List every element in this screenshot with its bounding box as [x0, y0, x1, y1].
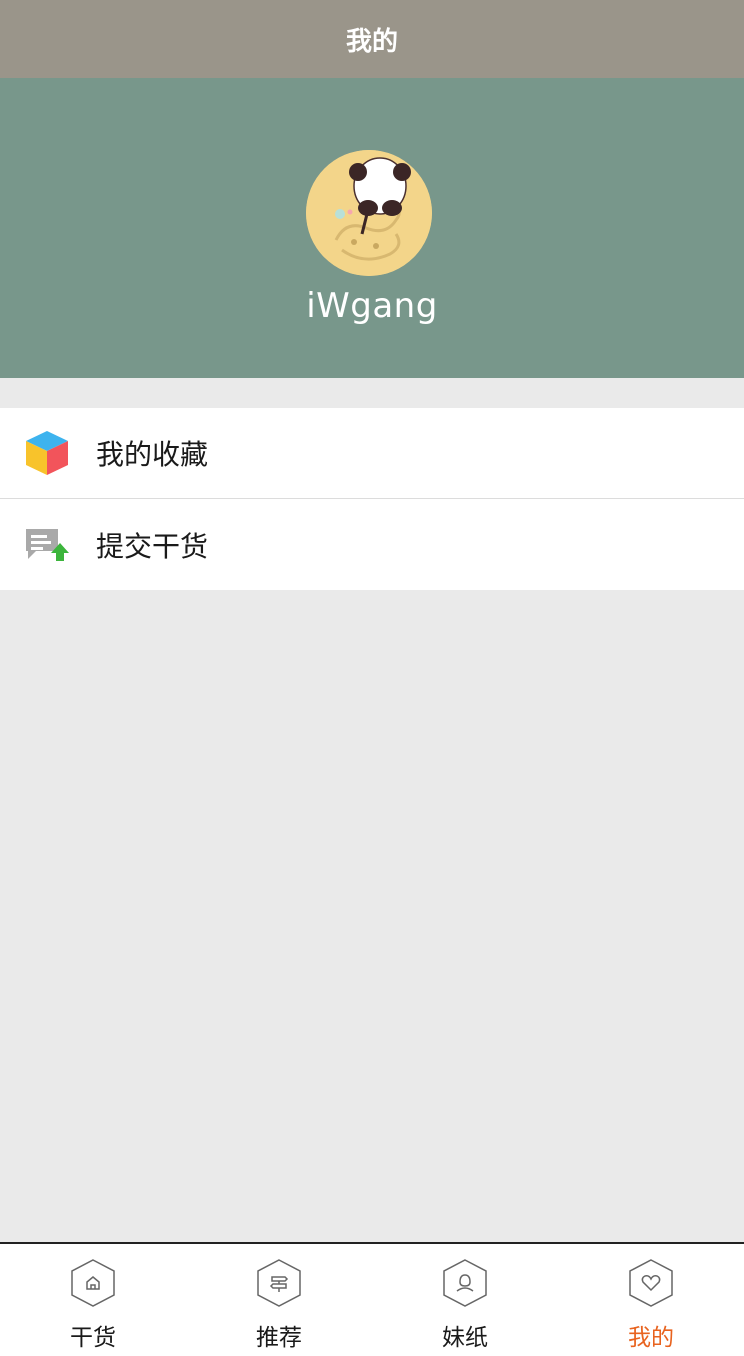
profile-header: iWgang	[0, 78, 744, 378]
tab-bar: 干货 推荐 妹纸 我的	[0, 1242, 744, 1356]
tab-label: 我的	[628, 1325, 674, 1351]
tab-label: 干货	[70, 1325, 116, 1351]
tab-dry-goods[interactable]: 干货	[0, 1244, 186, 1356]
cube-icon	[0, 408, 96, 499]
menu-item-favorites[interactable]: 我的收藏	[0, 408, 744, 499]
home-hexagon-icon	[71, 1259, 115, 1307]
signpost-hexagon-icon	[257, 1259, 301, 1307]
username: iWgang	[306, 286, 438, 326]
page-title: 我的	[345, 26, 398, 57]
menu-item-submit[interactable]: 提交干货	[0, 499, 744, 590]
tab-mine[interactable]: 我的	[558, 1244, 744, 1356]
avatar[interactable]	[306, 150, 432, 276]
person-hexagon-icon	[443, 1259, 487, 1307]
menu-item-label: 提交干货	[96, 529, 209, 563]
tab-girls[interactable]: 妹纸	[372, 1244, 558, 1356]
menu-list: 我的收藏 提交干货	[0, 408, 744, 590]
comment-upload-icon	[0, 499, 96, 590]
navigation-bar: 我的	[0, 0, 744, 78]
menu-item-label: 我的收藏	[96, 438, 209, 471]
heart-hexagon-icon	[629, 1259, 673, 1307]
tab-label: 推荐	[256, 1325, 302, 1351]
tab-recommend[interactable]: 推荐	[186, 1244, 372, 1356]
tab-label: 妹纸	[442, 1325, 488, 1351]
panda-avatar-icon	[306, 150, 432, 276]
